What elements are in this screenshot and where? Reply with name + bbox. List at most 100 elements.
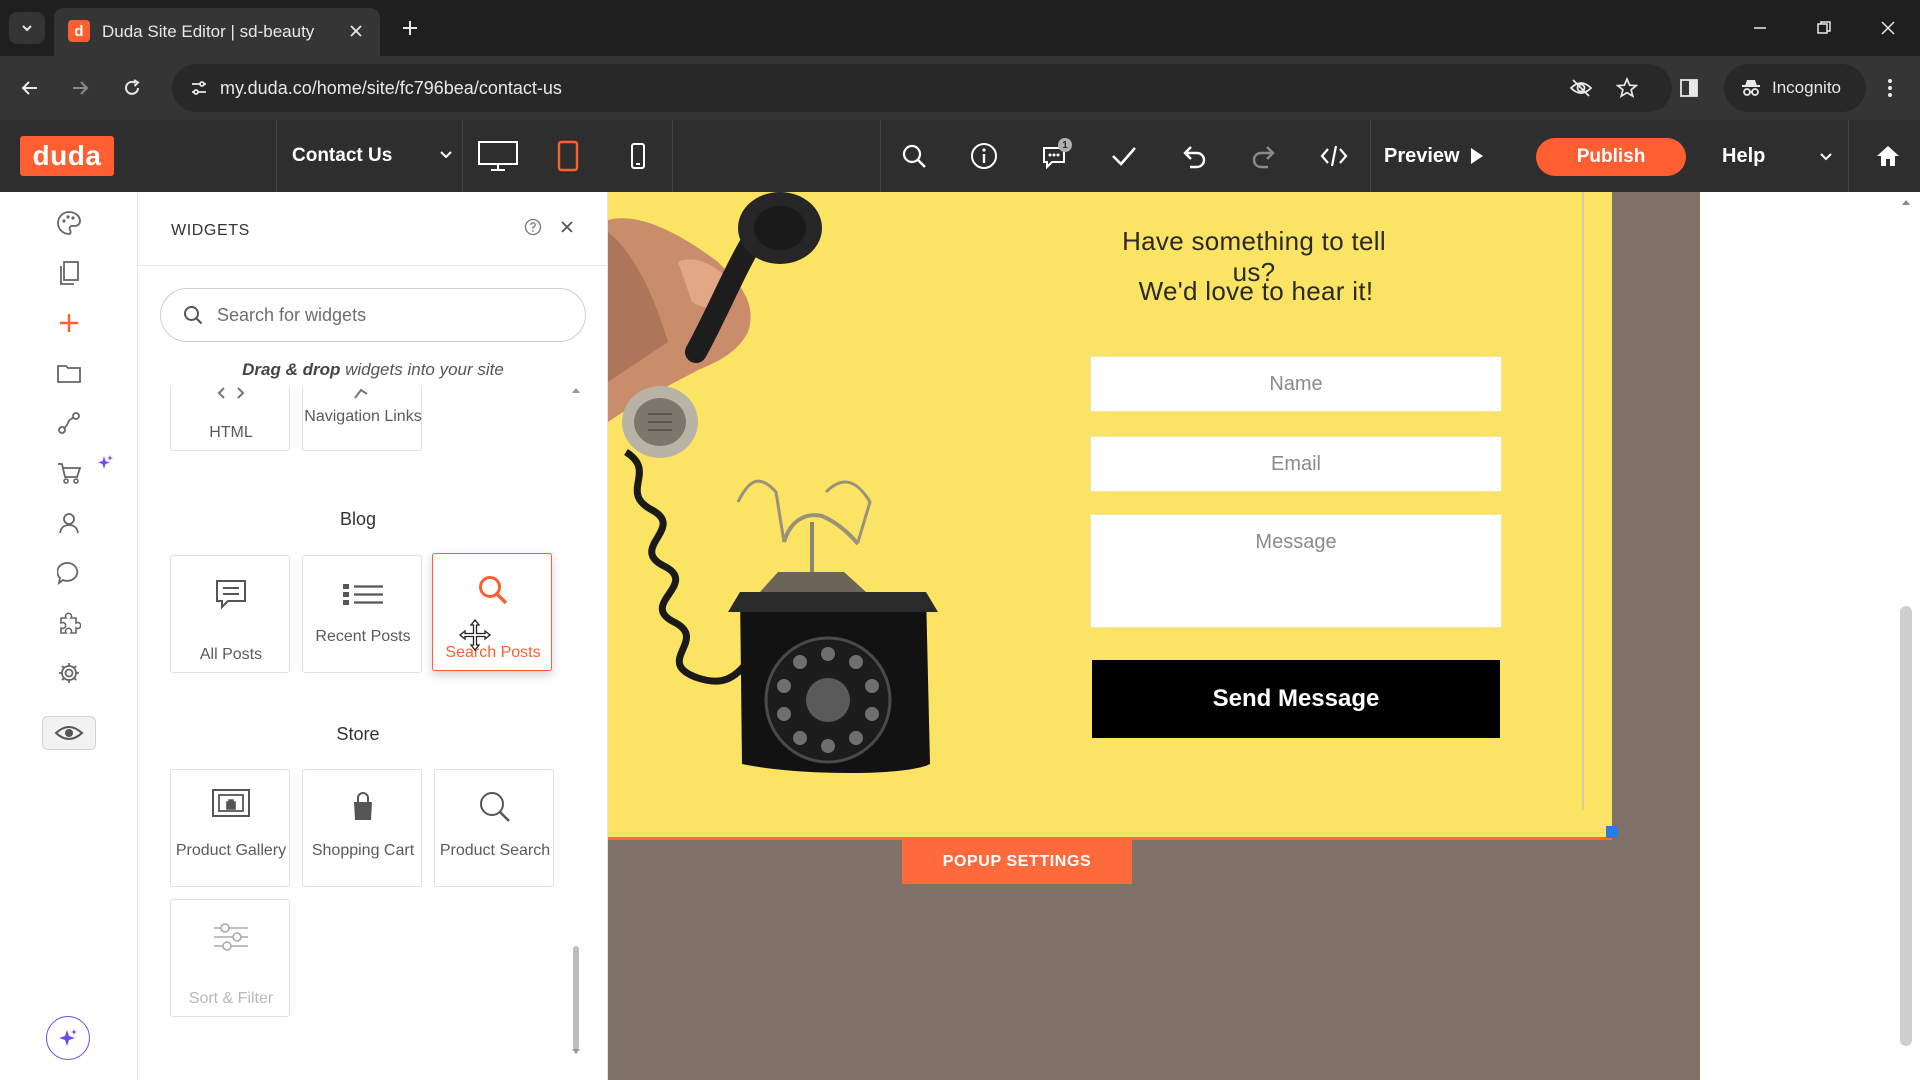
preview-button[interactable]: Preview	[1384, 136, 1494, 176]
widget-tile-navigation-links[interactable]: Navigation Links	[302, 387, 422, 451]
panel-scrollbar-thumb[interactable]	[573, 946, 579, 1050]
widget-tile-all-posts[interactable]: All Posts	[170, 555, 290, 673]
gear-icon[interactable]	[50, 654, 88, 692]
help-circle-icon[interactable]	[524, 218, 542, 236]
preview-label: Preview	[1384, 144, 1460, 167]
widget-tile-product-gallery[interactable]: Product Gallery	[170, 769, 290, 887]
telephone-image	[608, 192, 938, 773]
omnibox[interactable]: my.duda.co/home/site/fc796bea/contact-us	[172, 64, 1672, 112]
editor-toolbar: duda Contact Us 1 Preview Publish Help	[0, 120, 1920, 192]
popup-guide-line	[1582, 192, 1584, 810]
toolbar-divider	[672, 120, 673, 192]
notification-badge: 1	[1058, 138, 1072, 152]
side-panel-icon[interactable]	[1674, 74, 1704, 102]
home-icon[interactable]	[1868, 136, 1908, 176]
cart-icon[interactable]	[50, 454, 88, 492]
section-heading-store: Store	[336, 724, 380, 744]
widget-label: Product Gallery	[175, 842, 287, 859]
palette-icon[interactable]	[50, 204, 88, 242]
scroll-down-icon[interactable]	[571, 1048, 581, 1056]
widget-tile-recent-posts[interactable]: Recent Posts	[302, 555, 422, 673]
url-text[interactable]: my.duda.co/home/site/fc796bea/contact-us	[220, 78, 562, 99]
recent-posts-icon	[303, 582, 423, 606]
search-posts-icon	[433, 574, 553, 606]
pages-icon[interactable]	[50, 254, 88, 292]
scroll-up-icon[interactable]	[1901, 198, 1911, 206]
widget-search-input[interactable]	[217, 301, 557, 329]
contact-popup[interactable]: Have something to tell us? We'd love to …	[608, 192, 1612, 840]
chat-icon[interactable]	[50, 554, 88, 592]
widget-label: Recent Posts	[315, 628, 411, 645]
resize-handle[interactable]	[1606, 826, 1618, 838]
popup-heading-line2: We'd love to hear it!	[1138, 276, 1374, 306]
incognito-label: Incognito	[1772, 78, 1841, 97]
canvas-scrollbar-thumb[interactable]	[1900, 606, 1912, 1046]
checkmark-icon[interactable]	[1102, 134, 1146, 178]
widgets-panel: WIDGETS Drag & drop widgets into your si…	[138, 192, 608, 1080]
user-icon[interactable]	[50, 504, 88, 542]
puzzle-icon[interactable]	[50, 604, 88, 642]
popup-settings-button[interactable]: POPUP SETTINGS	[902, 840, 1132, 884]
chevron-down-icon	[438, 146, 454, 162]
toolbar-divider	[880, 120, 881, 192]
ai-assistant-icon[interactable]	[46, 1016, 90, 1060]
more-vert-icon[interactable]	[1876, 72, 1904, 104]
site-info-icon[interactable]	[182, 72, 216, 104]
close-window-icon[interactable]	[1868, 10, 1908, 46]
restore-icon[interactable]	[1804, 10, 1844, 46]
tablet-view-icon[interactable]	[546, 136, 590, 176]
shopping-cart-icon	[303, 792, 423, 822]
scroll-up-icon[interactable]	[571, 386, 581, 394]
page-name: Contact Us	[292, 145, 393, 166]
mobile-view-icon[interactable]	[616, 136, 660, 176]
canvas-gutter	[1700, 192, 1902, 1080]
tab-list-icon[interactable]	[9, 12, 45, 44]
widget-label: HTML	[209, 424, 253, 441]
desktop-view-icon[interactable]	[476, 136, 520, 176]
eye-icon[interactable]	[42, 716, 96, 750]
eye-off-icon[interactable]	[1566, 74, 1596, 102]
send-message-button[interactable]: Send Message	[1092, 660, 1500, 738]
star-icon[interactable]	[1612, 74, 1642, 102]
redo-icon[interactable]	[1242, 134, 1286, 178]
publish-button[interactable]: Publish	[1536, 138, 1686, 176]
help-label: Help	[1722, 144, 1766, 167]
minimize-icon[interactable]	[1740, 10, 1780, 46]
page-selector[interactable]: Contact Us	[278, 120, 462, 192]
widget-tile-html[interactable]: HTML	[170, 387, 290, 451]
close-icon[interactable]	[344, 19, 368, 43]
panel-title: WIDGETS	[171, 222, 250, 239]
widget-label: All Posts	[199, 646, 263, 663]
move-cursor-icon	[458, 618, 492, 652]
sort-filter-icon	[171, 922, 291, 952]
incognito-badge[interactable]: Incognito	[1724, 64, 1866, 112]
folder-icon[interactable]	[50, 354, 88, 392]
code-icon[interactable]	[1312, 134, 1356, 178]
toolbar-divider	[462, 120, 463, 192]
browser-tab[interactable]: d Duda Site Editor | sd-beauty	[54, 8, 380, 56]
help-menu[interactable]: Help	[1722, 136, 1834, 176]
back-icon[interactable]	[14, 72, 46, 104]
undo-icon[interactable]	[1172, 134, 1216, 178]
plus-icon[interactable]	[396, 14, 424, 42]
forward-icon[interactable]	[64, 72, 96, 104]
message-field[interactable]: Message	[1090, 514, 1502, 628]
search-icon[interactable]	[892, 134, 936, 178]
html-icon	[171, 387, 291, 400]
name-field[interactable]: Name	[1090, 356, 1502, 412]
email-field[interactable]: Email	[1090, 436, 1502, 492]
widget-tile-shopping-cart[interactable]: Shopping Cart	[302, 769, 422, 887]
toolbar-divider	[1370, 120, 1371, 192]
editor-canvas: Have something to tell us? We'd love to …	[608, 192, 1902, 1080]
reload-icon[interactable]	[116, 72, 148, 104]
info-icon[interactable]	[962, 134, 1006, 178]
widget-tile-search-posts[interactable]: Search Posts	[432, 553, 552, 671]
widget-search[interactable]	[160, 288, 586, 342]
widget-tile-product-search[interactable]: Product Search	[434, 769, 554, 887]
duda-logo[interactable]: duda	[20, 136, 114, 176]
add-icon[interactable]	[50, 304, 88, 342]
flow-icon[interactable]	[50, 404, 88, 442]
widget-tile-sort-filter[interactable]: Sort & Filter	[170, 899, 290, 1017]
close-icon[interactable]	[560, 220, 574, 234]
comments-icon[interactable]: 1	[1032, 134, 1076, 178]
